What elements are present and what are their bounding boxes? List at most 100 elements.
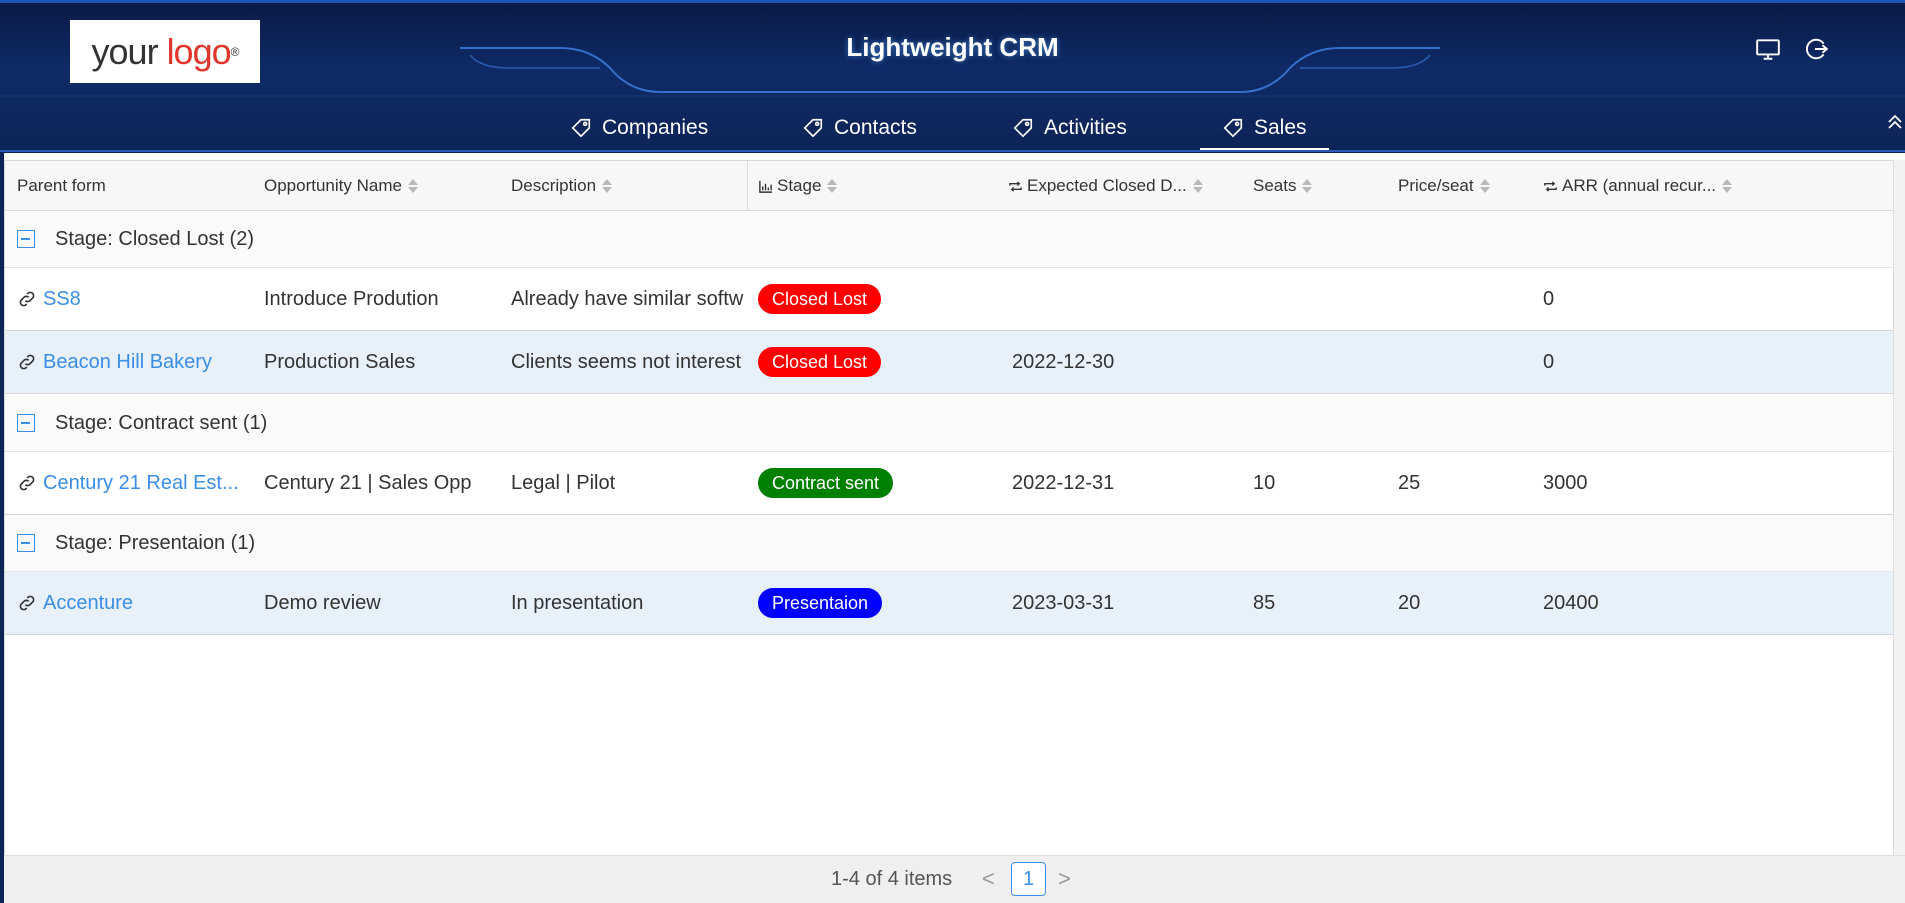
monitor-icon[interactable] <box>1755 36 1781 62</box>
group-label: Stage: Contract sent (1) <box>55 411 268 434</box>
tag-icon <box>803 118 823 138</box>
tab-activities[interactable]: Activities <box>1012 108 1127 148</box>
parent-form-link[interactable]: Accenture <box>43 592 133 615</box>
arr-cell: 0 <box>1543 350 1555 373</box>
column-header-expected-closed-date[interactable]: Expected Closed D... <box>1008 161 1203 211</box>
collapse-group-icon[interactable] <box>17 534 35 552</box>
parent-form-cell: Century 21 Real Est... <box>43 452 258 514</box>
group-label: Stage: Presentaion (1) <box>55 531 256 554</box>
collapse-header-icon[interactable] <box>1885 112 1905 132</box>
parent-form-cell: SS8 <box>43 268 258 330</box>
table-row[interactable]: Century 21 Real Est... Century 21 | Sale… <box>5 452 1896 515</box>
table-row[interactable]: Accenture Demo review In presentation Pr… <box>5 572 1896 635</box>
link-icon[interactable] <box>17 473 37 493</box>
column-header-opportunity-name[interactable]: Opportunity Name <box>264 161 418 211</box>
sort-icon[interactable] <box>602 179 613 193</box>
expected-closed-date-cell: 2022-12-31 <box>1012 471 1115 494</box>
price-per-seat-cell <box>1398 268 1538 330</box>
stage-badge: Presentaion <box>758 588 883 618</box>
stage-badge: Contract sent <box>758 468 894 498</box>
arr-cell: 3000 <box>1543 471 1588 494</box>
parent-form-link[interactable]: SS8 <box>43 288 81 311</box>
nav-divider <box>0 150 1905 152</box>
repeat-icon <box>1544 180 1557 192</box>
collapse-group-icon[interactable] <box>17 230 35 248</box>
opportunity-name-cell: Introduce Prodution <box>264 287 439 310</box>
sort-icon[interactable] <box>1302 179 1313 193</box>
parent-form-link[interactable]: Century 21 Real Est... <box>43 472 239 495</box>
repeat-icon <box>1009 180 1022 192</box>
collapse-group-icon[interactable] <box>17 414 35 432</box>
group-row-closed-lost: Stage: Closed Lost (2) <box>5 211 1896 268</box>
link-icon[interactable] <box>17 352 37 372</box>
pager: 1-4 of 4 items < 1 > <box>4 855 1905 903</box>
vertical-scrollbar[interactable] <box>1893 160 1905 855</box>
sort-icon[interactable] <box>827 179 838 193</box>
tab-label: Contacts <box>834 116 917 139</box>
parent-form-cell: Accenture <box>43 572 258 634</box>
seats-cell <box>1253 331 1393 393</box>
expected-closed-date-cell: 2023-03-31 <box>1012 591 1115 614</box>
column-header-description[interactable]: Description <box>511 161 613 211</box>
bar-chart-icon <box>759 180 773 193</box>
tab-label: Companies <box>602 116 709 139</box>
parent-form-link[interactable]: Beacon Hill Bakery <box>43 351 212 374</box>
seats-cell <box>1253 268 1393 330</box>
column-label: Opportunity Name <box>264 176 402 195</box>
stage-badge: Closed Lost <box>758 284 882 314</box>
price-per-seat-cell: 20 <box>1398 591 1421 614</box>
tag-icon <box>1223 118 1243 138</box>
stage-badge: Closed Lost <box>758 347 882 377</box>
seats-cell: 85 <box>1253 591 1276 614</box>
prev-page-button[interactable]: < <box>982 866 995 892</box>
column-header-parent-form[interactable]: Parent form <box>17 161 106 211</box>
tab-companies[interactable]: Companies <box>570 108 708 148</box>
tag-icon <box>571 118 591 138</box>
opportunity-name-cell: Demo review <box>264 591 381 614</box>
column-header-arr[interactable]: ARR (annual recur... <box>1543 161 1733 211</box>
link-icon[interactable] <box>17 593 37 613</box>
column-label: Expected Closed D... <box>1027 176 1187 195</box>
page-1-button[interactable]: 1 <box>1011 862 1046 896</box>
pager-summary: 1-4 of 4 items <box>831 868 953 890</box>
price-per-seat-cell <box>1398 331 1538 393</box>
sort-icon[interactable] <box>1192 179 1203 193</box>
column-header-stage[interactable]: Stage <box>758 161 838 211</box>
grid-header: Parent form Opportunity Name Description… <box>5 160 1896 211</box>
tab-label: Activities <box>1044 116 1127 139</box>
next-page-button[interactable]: > <box>1058 866 1071 892</box>
tab-label: Sales <box>1254 116 1307 139</box>
column-header-price-per-seat[interactable]: Price/seat <box>1398 161 1490 211</box>
description-cell: Legal | Pilot <box>511 471 616 494</box>
header-decoration <box>0 47 1905 97</box>
column-label: Seats <box>1253 176 1297 195</box>
table-row[interactable]: SS8 Introduce Prodution Already have sim… <box>5 268 1896 331</box>
column-label: Stage <box>777 176 822 195</box>
price-per-seat-cell: 25 <box>1398 471 1421 494</box>
link-icon[interactable] <box>17 289 37 309</box>
opportunity-name-cell: Century 21 | Sales Opp <box>264 471 472 494</box>
sales-grid: Parent form Opportunity Name Description… <box>4 160 1896 855</box>
description-cell: Already have similar softw <box>511 287 744 310</box>
group-label: Stage: Closed Lost (2) <box>55 227 254 250</box>
expected-closed-date-cell: 2022-12-30 <box>1012 350 1115 373</box>
column-label: Description <box>511 176 597 195</box>
column-header-seats[interactable]: Seats <box>1253 161 1313 211</box>
group-row-contract-sent: Stage: Contract sent (1) <box>5 395 1896 452</box>
tab-sales[interactable]: Sales <box>1222 108 1307 148</box>
app-title: Lightweight CRM <box>846 32 1059 62</box>
tag-icon <box>1013 118 1033 138</box>
sort-icon[interactable] <box>1479 179 1490 193</box>
logout-icon[interactable] <box>1803 36 1829 62</box>
description-cell: In presentation <box>511 591 644 614</box>
tab-contacts[interactable]: Contacts <box>802 108 917 148</box>
sort-icon[interactable] <box>1722 179 1733 193</box>
stage-cell: Closed Lost <box>758 331 998 393</box>
sort-icon[interactable] <box>407 179 418 193</box>
parent-form-cell: Beacon Hill Bakery <box>43 331 258 393</box>
stage-cell: Closed Lost <box>758 268 998 330</box>
arr-cell: 0 <box>1543 287 1555 310</box>
column-separator[interactable] <box>747 161 748 211</box>
column-label: ARR (annual recur... <box>1562 176 1717 195</box>
table-row[interactable]: Beacon Hill Bakery Production Sales Clie… <box>5 331 1896 394</box>
